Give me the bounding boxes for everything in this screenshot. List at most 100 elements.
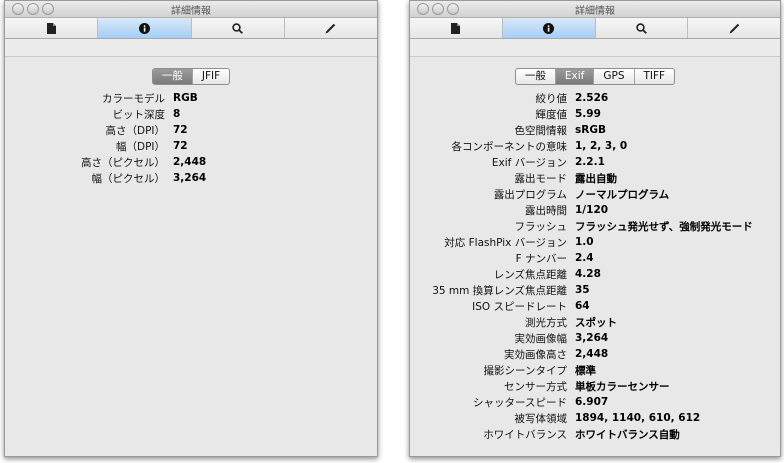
list-item: 露出モード 露出自動 (410, 170, 780, 186)
list-item: ホワイトバランス ホワイトバランス自動 (410, 426, 780, 442)
row-label: 幅（ピクセル） (91, 172, 166, 185)
row-value: 6.907 (575, 396, 609, 408)
general-info-tab[interactable] (5, 18, 99, 38)
row-value: 72 (173, 124, 188, 136)
list-item: Exif バージョン 2.2.1 (410, 154, 780, 170)
general-info-tab[interactable] (410, 18, 503, 38)
row-label: 絞り値 (535, 92, 568, 105)
row-label: 幅（DPI） (115, 140, 165, 153)
list-item: 露出プログラム ノーマルプログラム (410, 186, 780, 202)
inspector-window-general: 詳細情報 一般 JFIF カラーモデル RGB ビット深度 8 高さ（DPI） 72 … (4, 0, 378, 457)
section-tabs: 一般 JFIF (5, 68, 377, 85)
more-info-tab[interactable] (98, 18, 192, 38)
tab-exif[interactable]: Exif (555, 69, 595, 84)
row-label: カラーモデル (102, 92, 165, 105)
row-label: センサー方式 (504, 380, 567, 393)
row-value: 8 (173, 108, 181, 120)
search-icon (636, 22, 647, 34)
inspector-toolbar (410, 18, 780, 39)
list-item: 露出時間 1/120 (410, 202, 780, 218)
list-item: 測光方式 スポット (410, 314, 780, 330)
info-icon (138, 22, 150, 34)
row-label: F ナンバー (515, 252, 567, 265)
list-item: 実効画像幅 3,264 (410, 330, 780, 346)
row-value: 単板カラーセンサー (575, 380, 670, 393)
tab-tiff[interactable]: TIFF (635, 69, 675, 84)
list-item: 幅（ピクセル） 3,264 (5, 170, 377, 186)
inspector-window-exif: 詳細情報 一般 Exif GPS TIFF 絞り値 2.526 輝度値 5.99 色… (409, 0, 781, 457)
list-item: ISO スピードレート 64 (410, 298, 780, 314)
row-label: フラッシュ (514, 220, 568, 233)
row-value: 4.28 (575, 268, 601, 280)
row-value: 露出自動 (575, 172, 617, 185)
list-item: 輝度値 5.99 (410, 106, 780, 122)
row-value: 5.99 (575, 108, 601, 120)
row-value: 1, 2, 3, 0 (575, 140, 628, 152)
info-list: 絞り値 2.526 輝度値 5.99 色空間情報 sRGB 各コンポーネントの意味 1,… (410, 90, 780, 442)
list-item: レンズ焦点距離 4.28 (410, 266, 780, 282)
row-value: フラッシュ発光せず、強制発光モード (575, 220, 753, 233)
list-item: 実効画像高さ 2,448 (410, 346, 780, 362)
row-label: 高さ（DPI） (105, 124, 165, 137)
keywords-tab[interactable] (192, 18, 285, 38)
row-value: sRGB (575, 124, 606, 136)
tab-gps[interactable]: GPS (594, 69, 635, 84)
list-item: カラーモデル RGB (5, 90, 377, 106)
row-label: 各コンポーネントの意味 (451, 140, 568, 153)
list-item: フラッシュ フラッシュ発光せず、強制発光モード (410, 218, 780, 234)
document-icon (451, 22, 461, 34)
row-value: 2,448 (173, 156, 207, 168)
list-item: ビット深度 8 (5, 106, 377, 122)
toolbar-divider-strip (410, 39, 780, 57)
window-title: 詳細情報 (171, 6, 211, 17)
row-value: ホワイトバランス自動 (575, 428, 680, 441)
row-value: 1.0 (575, 236, 594, 248)
row-value: RGB (173, 92, 198, 104)
row-value: 35 (575, 284, 590, 296)
list-item: 35 mm 換算レンズ焦点距離 35 (410, 282, 780, 298)
list-item: 被写体領域 1894, 1140, 610, 612 (410, 410, 780, 426)
list-item: 各コンポーネントの意味 1, 2, 3, 0 (410, 138, 780, 154)
pen-icon (325, 23, 336, 33)
row-value: 1/120 (575, 204, 609, 216)
inspector-toolbar (5, 18, 377, 39)
annotate-tab[interactable] (688, 18, 780, 38)
row-label: 露出時間 (525, 204, 567, 217)
row-label: 対応 FlashPix バージョン (444, 236, 567, 249)
row-label: 35 mm 換算レンズ焦点距離 (432, 284, 567, 297)
row-label: 実効画像幅 (514, 332, 568, 345)
title-bar[interactable]: 詳細情報 (5, 1, 377, 18)
row-label: 輝度値 (535, 108, 568, 121)
row-value: 2.2.1 (575, 156, 605, 168)
section-tabs: 一般 Exif GPS TIFF (410, 68, 780, 85)
info-icon (543, 22, 555, 34)
list-item: 色空間情報 sRGB (410, 122, 780, 138)
row-label: 撮影シーンタイプ (483, 364, 567, 377)
row-value: スポット (575, 316, 617, 329)
row-label: 被写体領域 (514, 412, 568, 425)
row-label: ホワイトバランス (483, 428, 567, 441)
title-bar[interactable]: 詳細情報 (410, 1, 780, 18)
row-label: 露出プログラム (493, 188, 567, 201)
tab-jfif[interactable]: JFIF (193, 69, 229, 84)
row-label: レンズ焦点距離 (493, 268, 567, 281)
row-value: 2.4 (575, 252, 594, 264)
document-icon (46, 22, 56, 34)
more-info-tab[interactable] (502, 18, 596, 38)
row-value: 2,448 (575, 348, 609, 360)
row-label: ISO スピードレート (472, 300, 567, 313)
list-item: F ナンバー 2.4 (410, 250, 780, 266)
list-item: 幅（DPI） 72 (5, 138, 377, 154)
info-list: カラーモデル RGB ビット深度 8 高さ（DPI） 72 幅（DPI） 72 高さ（ピ… (5, 90, 377, 186)
row-value: 72 (173, 140, 188, 152)
annotate-tab[interactable] (285, 18, 377, 38)
search-icon (232, 22, 244, 34)
keywords-tab[interactable] (596, 18, 689, 38)
list-item: センサー方式 単板カラーセンサー (410, 378, 780, 394)
list-item: シャッタースピード 6.907 (410, 394, 780, 410)
row-label: シャッタースピード (473, 396, 567, 409)
tab-general[interactable]: 一般 (516, 69, 556, 84)
tab-general[interactable]: 一般 (152, 69, 193, 84)
list-item: 絞り値 2.526 (410, 90, 780, 106)
pen-icon (729, 23, 739, 33)
